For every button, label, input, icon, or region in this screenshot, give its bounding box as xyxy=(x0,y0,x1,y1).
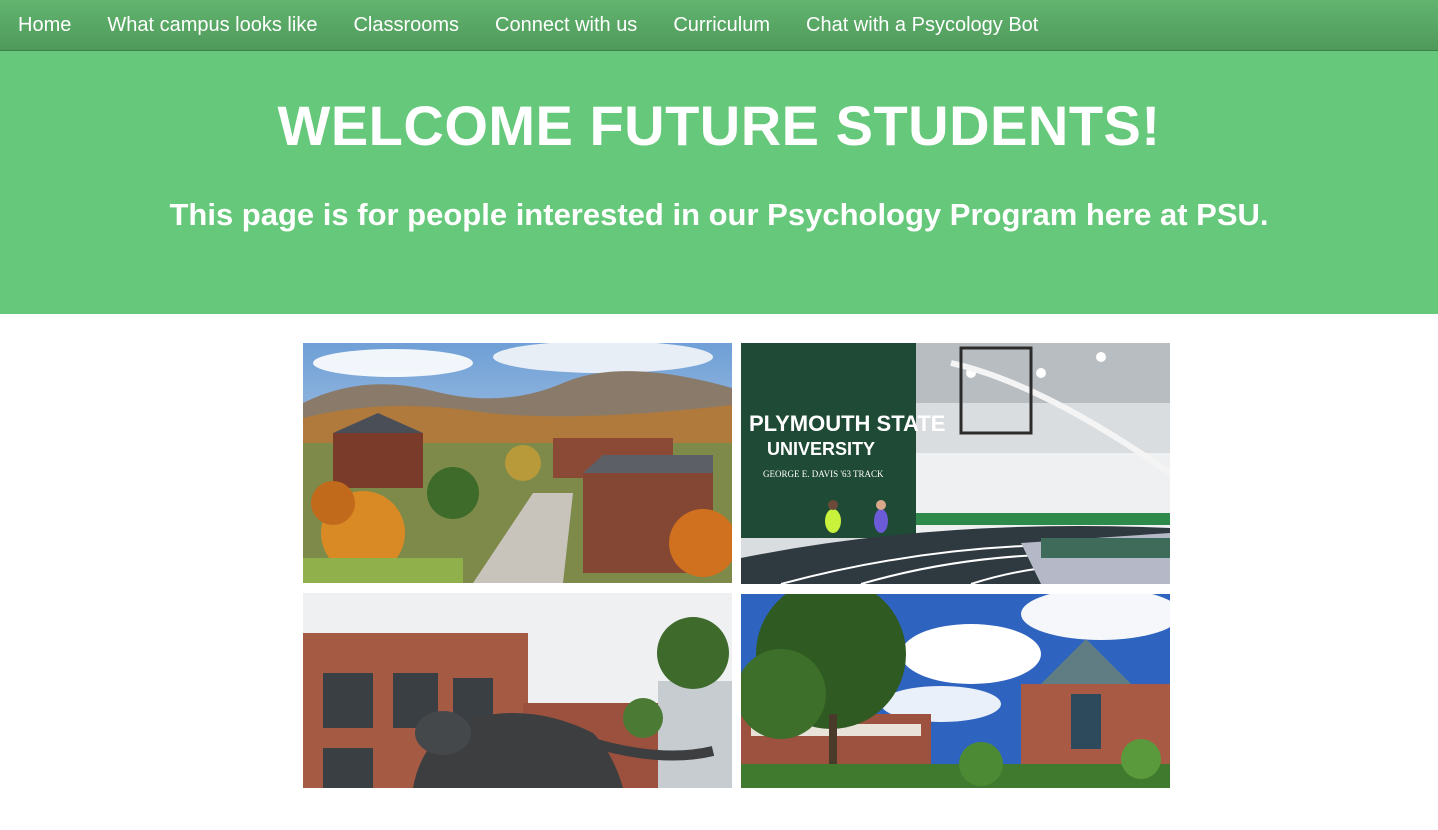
nav-link-curriculum[interactable]: Curriculum xyxy=(655,2,788,48)
nav-link-home[interactable]: Home xyxy=(0,2,89,48)
page-title: WELCOME FUTURE STUDENTS! xyxy=(277,94,1161,157)
nav-link-classrooms[interactable]: Classrooms xyxy=(335,2,477,48)
track-sign-line2: UNIVERSITY xyxy=(767,439,875,459)
hero-banner: WELCOME FUTURE STUDENTS! This page is fo… xyxy=(0,51,1438,314)
campus-aerial-photo xyxy=(303,343,732,583)
track-sign-line3: GEORGE E. DAVIS '63 TRACK xyxy=(763,469,884,479)
photo-gallery: PLYMOUTH STATE UNIVERSITY GEORGE E. DAVI… xyxy=(303,343,1171,788)
nav-link-campus[interactable]: What campus looks like xyxy=(89,2,335,48)
campus-building-photo xyxy=(741,594,1170,788)
track-sign-line1: PLYMOUTH STATE xyxy=(749,411,945,436)
nav-link-connect[interactable]: Connect with us xyxy=(477,2,655,48)
panther-statue-photo xyxy=(303,593,732,788)
nav-link-psychology-bot[interactable]: Chat with a Psycology Bot xyxy=(788,2,1056,48)
top-navigation-bar: Home What campus looks like Classrooms C… xyxy=(0,0,1438,51)
page-subtitle: This page is for people interested in ou… xyxy=(169,197,1269,232)
indoor-track-photo: PLYMOUTH STATE UNIVERSITY GEORGE E. DAVI… xyxy=(741,343,1170,584)
